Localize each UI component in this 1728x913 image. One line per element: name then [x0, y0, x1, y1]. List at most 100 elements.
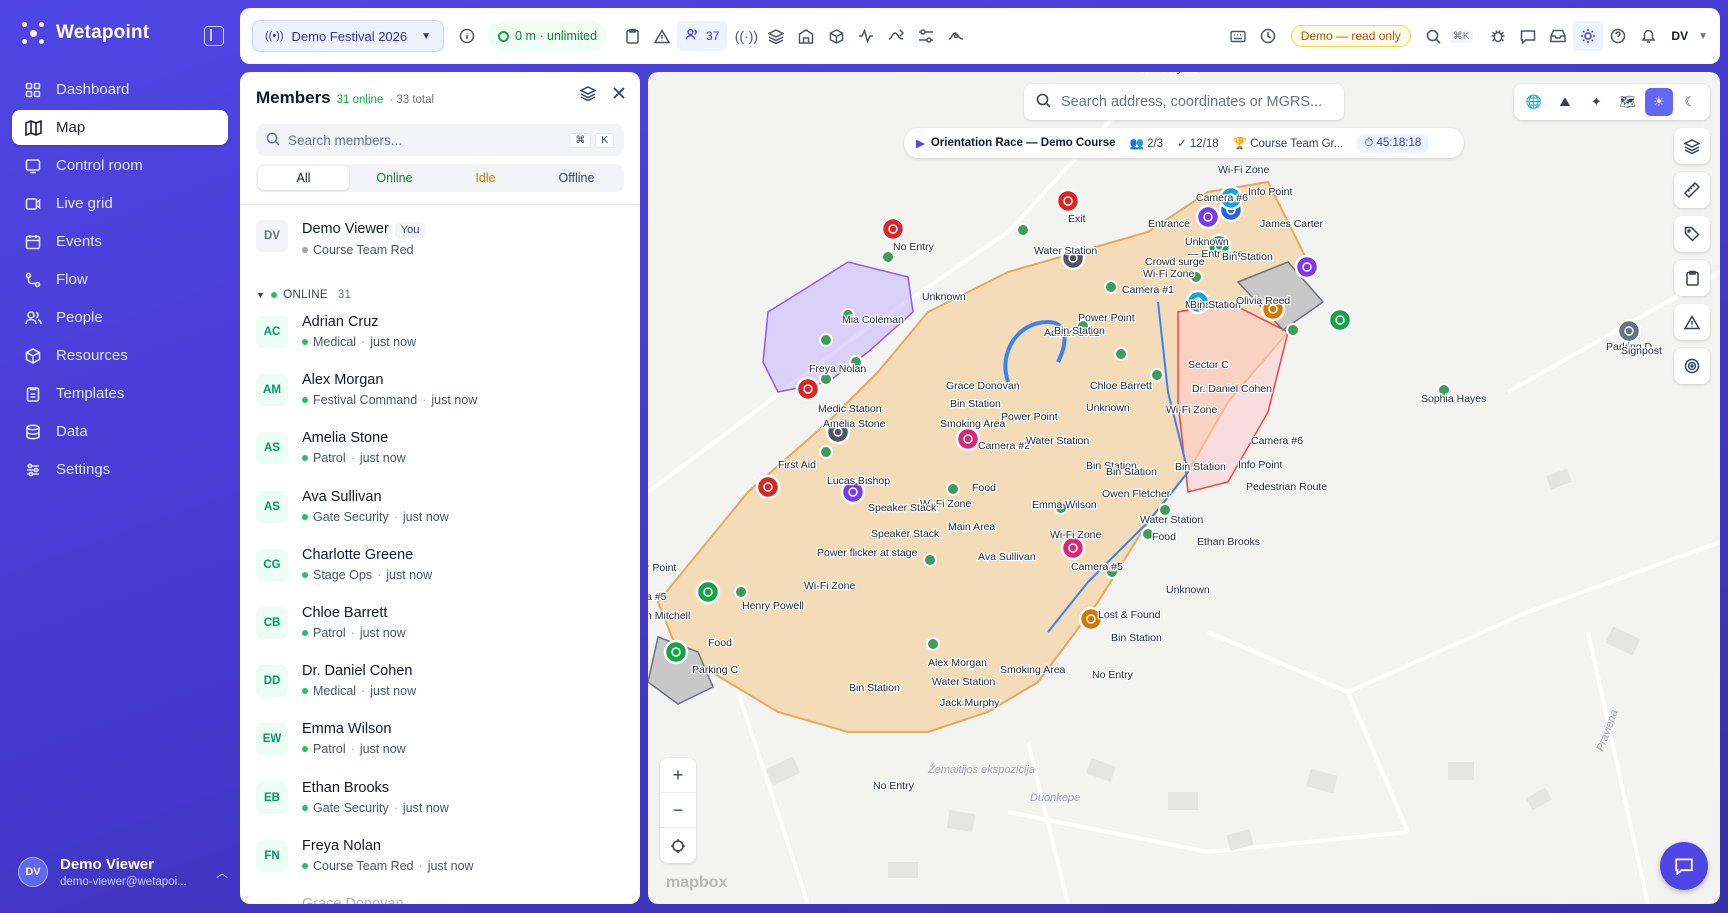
bell-icon[interactable]: [1633, 21, 1663, 51]
sidebar-item-data[interactable]: Data: [12, 414, 228, 449]
member-location-dot[interactable]: [819, 333, 833, 347]
search-icon[interactable]: [1419, 21, 1449, 51]
status-pill[interactable]: 0 m · unlimited: [488, 21, 608, 51]
sidebar-item-templates[interactable]: Templates: [12, 376, 228, 411]
tag-icon[interactable]: [1674, 216, 1710, 252]
member-location-dot[interactable]: [734, 585, 748, 599]
first-aid-marker[interactable]: [755, 474, 781, 500]
list-item[interactable]: DD Dr. Daniel Cohen Medical · just now: [256, 663, 628, 721]
exit-marker[interactable]: [1055, 188, 1081, 214]
race-status-bar[interactable]: ▶ Orientation Race — Demo Course 👥 2/3 ✓…: [904, 128, 1464, 158]
list-item[interactable]: CG Charlotte Greene Stage Ops · just now: [256, 547, 628, 605]
drone-icon[interactable]: [941, 21, 971, 51]
parking-marker[interactable]: [1327, 307, 1353, 333]
event-selector[interactable]: ((•)) Demo Festival 2026 ▼: [252, 20, 445, 52]
camera-marker[interactable]: [1195, 204, 1221, 230]
target-icon[interactable]: [1674, 348, 1710, 384]
member-location-dot[interactable]: [819, 445, 833, 459]
alert-icon[interactable]: [1674, 304, 1710, 340]
list-item[interactable]: EB Ethan Brooks Gate Security · just now: [256, 780, 628, 838]
section-online[interactable]: ▼ ONLINE 31: [256, 284, 628, 306]
list-item[interactable]: AM Alex Morgan Festival Command · just now: [256, 372, 628, 430]
sidebar-item-events[interactable]: Events: [12, 224, 228, 259]
account-menu[interactable]: DV ▼: [1671, 29, 1708, 43]
layers-icon[interactable]: [579, 86, 597, 106]
list-item[interactable]: AS Ava Sullivan Gate Security · just now: [256, 489, 628, 547]
sidebar-item-live-grid[interactable]: Live grid: [12, 186, 228, 221]
zoom-out-button[interactable]: −: [660, 793, 696, 828]
food-marker[interactable]: [695, 579, 721, 605]
sidebar-item-settings[interactable]: Settings: [12, 452, 228, 487]
member-search-input[interactable]: Search members... ⌘ K: [256, 124, 624, 156]
map-view[interactable]: No Entry Exit Camera #6 Info Point Wi-Fi Zon…: [648, 72, 1720, 904]
map-icon[interactable]: 🗺: [1614, 88, 1642, 116]
radio-icon[interactable]: ((·)): [731, 21, 761, 51]
list-item[interactable]: CB Chloe Barrett Patrol · just now: [256, 605, 628, 663]
brand[interactable]: Wetapoint: [22, 22, 149, 44]
zoom-in-button[interactable]: +: [660, 758, 696, 793]
list-item[interactable]: EW Emma Wilson Patrol · just now: [256, 721, 628, 779]
member-location-dot[interactable]: [1016, 223, 1030, 237]
alert-icon[interactable]: [647, 21, 677, 51]
layers-icon[interactable]: [761, 21, 791, 51]
sidebar-item-map[interactable]: Map: [12, 110, 228, 145]
members-toggle[interactable]: 37: [677, 21, 728, 51]
member-location-dot[interactable]: [1286, 323, 1300, 337]
globe-icon[interactable]: 🌐: [1520, 88, 1548, 116]
list-item-me[interactable]: DV Demo Viewer You Course Team Red: [256, 220, 628, 268]
user-menu[interactable]: DV Demo Viewer demo-viewer@wetapoi... ︿: [18, 850, 228, 894]
info-icon[interactable]: [452, 21, 482, 51]
member-location-dot[interactable]: [923, 553, 937, 567]
ruler-icon[interactable]: [1674, 172, 1710, 208]
sidebar-item-dashboard[interactable]: Dashboard: [12, 72, 228, 107]
sidebar-item-control-room[interactable]: Control room: [12, 148, 228, 183]
sidebar-item-resources[interactable]: Resources: [12, 338, 228, 373]
member-location-dot[interactable]: [1150, 368, 1164, 382]
camera-marker[interactable]: [955, 426, 981, 452]
member-location-dot[interactable]: [926, 637, 940, 651]
package-icon[interactable]: [821, 21, 851, 51]
satellite-icon[interactable]: ✦: [1582, 88, 1610, 116]
collapse-sidebar-icon[interactable]: [204, 26, 224, 46]
member-location-dot[interactable]: [1104, 280, 1118, 294]
camera-marker[interactable]: [1294, 254, 1320, 280]
sliders-icon[interactable]: [911, 21, 941, 51]
list-item[interactable]: AS Amelia Stone Patrol · just now: [256, 430, 628, 488]
message-icon[interactable]: [1513, 21, 1543, 51]
list-item[interactable]: GD Grace Donovan: [256, 896, 628, 904]
list-item[interactable]: FN Freya Nolan Course Team Red · just now: [256, 838, 628, 896]
list-item[interactable]: AC Adrian Cruz Medical · just now: [256, 314, 628, 372]
keyboard-icon[interactable]: [1223, 21, 1253, 51]
no-entry-marker[interactable]: [880, 216, 906, 242]
sun-icon[interactable]: [1573, 21, 1604, 51]
layers-icon[interactable]: [1674, 128, 1710, 164]
member-location-dot[interactable]: [1114, 347, 1128, 361]
moon-icon[interactable]: ☾: [1676, 88, 1704, 116]
help-icon[interactable]: [1603, 21, 1633, 51]
chat-button[interactable]: [1660, 842, 1708, 890]
tab-online[interactable]: Online: [349, 166, 440, 190]
parking-marker[interactable]: [663, 639, 689, 665]
building-icon[interactable]: [791, 21, 821, 51]
sidebar-item-people[interactable]: People: [12, 300, 228, 335]
sun-icon[interactable]: ☀: [1644, 88, 1673, 116]
activity-icon[interactable]: [851, 21, 881, 51]
route-icon[interactable]: [881, 21, 911, 51]
close-icon[interactable]: [612, 86, 626, 106]
clipboard-icon[interactable]: [617, 21, 647, 51]
bug-icon[interactable]: [1483, 21, 1513, 51]
medic-marker[interactable]: [795, 376, 821, 402]
sidebar-item-flow[interactable]: Flow: [12, 262, 228, 297]
tab-idle[interactable]: Idle: [440, 166, 531, 190]
clipboard-icon[interactable]: [1674, 260, 1710, 296]
inbox-icon[interactable]: [1543, 21, 1573, 51]
tab-offline[interactable]: Offline: [531, 166, 622, 190]
locate-icon[interactable]: [660, 828, 696, 863]
map-canvas[interactable]: No EntryExitCamera #6 Info PointWi-Fi Zon…: [648, 72, 1720, 904]
member-location-dot[interactable]: [946, 482, 960, 496]
history-icon[interactable]: [1253, 21, 1283, 51]
map-search-input[interactable]: Search address, coordinates or MGRS...: [1024, 84, 1344, 120]
signpost-marker[interactable]: [1616, 318, 1642, 344]
terrain-icon[interactable]: ⛰: [1551, 88, 1579, 116]
tab-all[interactable]: All: [258, 166, 349, 190]
